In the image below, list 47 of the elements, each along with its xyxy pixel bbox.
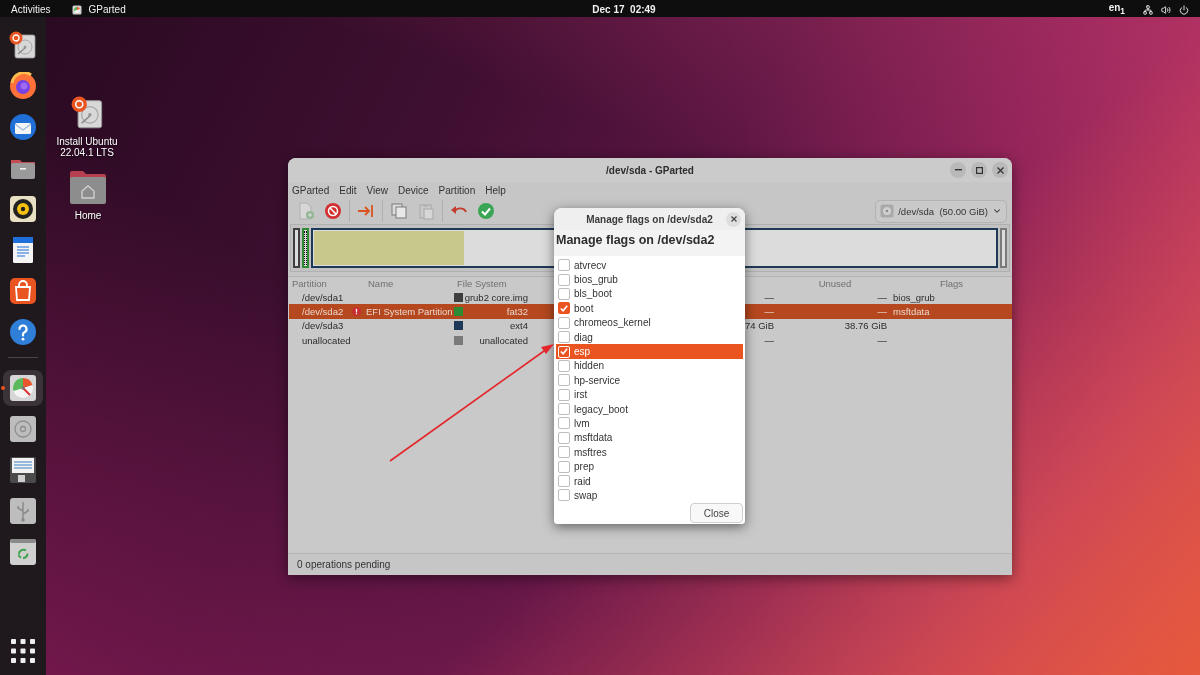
flag-label: atvrecv: [574, 259, 607, 271]
table-cell-text: —: [763, 333, 775, 348]
flag-label: hidden: [574, 360, 605, 372]
column-header: Name: [367, 278, 395, 289]
desktop-icon-label: Install Ubuntu 22.04.1 LTS: [55, 136, 119, 158]
table-cell-text: /dev/sda1: [301, 290, 345, 305]
table-cell-text: unallocated: [478, 333, 529, 348]
flag-label: irst: [574, 389, 588, 401]
desktop-icon-label: Home: [74, 210, 102, 221]
column-header: File System: [456, 278, 508, 289]
table-cell-text: —: [876, 290, 888, 305]
flag-label: msftdata: [574, 432, 613, 444]
status-text: 0 operations pending: [297, 559, 391, 570]
table-cell-text: —: [763, 290, 775, 305]
flag-label: bls_boot: [574, 288, 612, 300]
dialog-heading: Manage flags on /dev/sda2: [555, 232, 716, 249]
flag-label: swap: [574, 489, 598, 501]
table-cell: fat32: [464, 304, 554, 319]
table-cell: —: [745, 304, 779, 319]
table-cell-text: bios_grub: [892, 290, 936, 305]
flag-label: legacy_boot: [574, 403, 628, 415]
flag-label: raid: [574, 475, 591, 487]
flag-label: chromeos_kernel: [574, 317, 651, 329]
flag-label: diag: [574, 331, 593, 343]
table-cell-text: unallocated: [301, 333, 352, 348]
table-cell: —: [779, 304, 891, 319]
flag-label: prep: [574, 461, 594, 473]
flag-label: boot: [574, 302, 594, 314]
column-header: Partition: [291, 278, 328, 289]
flag-label: lvm: [574, 418, 590, 429]
table-cell-text: /dev/sda3: [301, 319, 345, 334]
table-cell: EFI System Partition: [366, 304, 453, 319]
window-title: /dev/sda - GParted: [606, 164, 694, 176]
table-cell: msftdata: [891, 304, 1012, 319]
table-cell: /dev/sda2: [289, 304, 352, 319]
table-cell-text: 38.76 GiB: [843, 319, 888, 334]
flag-label: esp: [574, 346, 591, 358]
column-header: Unused: [817, 278, 853, 289]
table-cell-text: 74 GiB: [745, 319, 775, 334]
flag-label: hp-service: [574, 374, 621, 386]
flag-label: msftres: [574, 446, 607, 458]
table-cell-text: grub2 core.img: [464, 290, 529, 305]
dialog-title: Manage flags on /dev/sda2: [586, 213, 713, 225]
flag-label: bios_grub: [574, 274, 618, 286]
column-header: Flags: [938, 278, 965, 289]
table-cell-text: ext4: [509, 319, 529, 334]
table-cell-text: —: [876, 333, 888, 348]
